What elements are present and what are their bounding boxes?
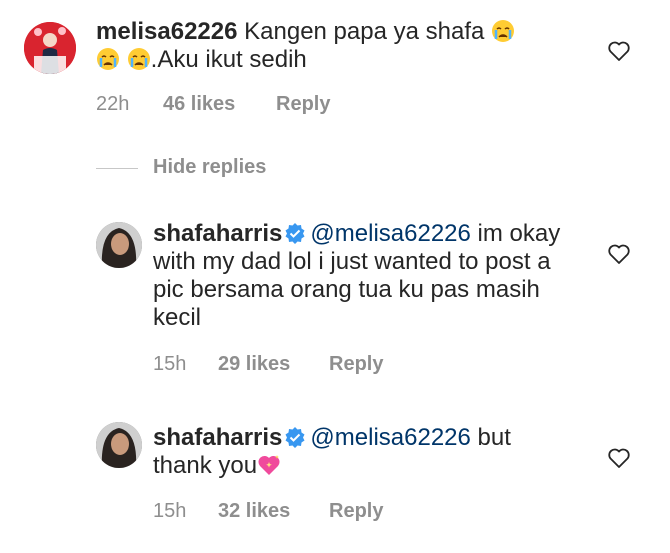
reply-button[interactable]: Reply <box>329 500 383 523</box>
reply-button[interactable]: Reply <box>276 93 330 116</box>
comment-body: Kangen papa ya shafa <box>244 18 485 45</box>
verified-badge-icon <box>284 222 306 244</box>
heart-outline-icon[interactable] <box>607 243 631 265</box>
heart-outline-icon[interactable] <box>607 40 631 62</box>
comment-username[interactable]: shafaharris <box>153 424 282 451</box>
mention-link[interactable]: @melisa62226 <box>310 424 470 451</box>
likes-count[interactable]: 46 likes <box>163 93 235 116</box>
crying-face-emoji <box>491 19 515 43</box>
comment-body: but <box>470 424 511 451</box>
reply-button[interactable]: Reply <box>329 353 383 376</box>
comment-username[interactable]: shafaharris <box>153 220 282 247</box>
comment-text: shafaharris @melisa62226 but thank you <box>153 424 583 480</box>
avatar[interactable] <box>24 22 76 74</box>
divider <box>96 168 138 169</box>
avatar[interactable] <box>96 222 142 268</box>
likes-count[interactable]: 29 likes <box>218 353 290 376</box>
comment-time: 15h <box>153 500 187 522</box>
avatar[interactable] <box>96 422 142 468</box>
comment-username[interactable]: melisa62226 <box>96 18 237 45</box>
comment-body: thank you <box>153 452 258 479</box>
heart-outline-icon[interactable] <box>607 447 631 469</box>
mention-link[interactable]: @melisa62226 <box>310 220 470 247</box>
comment-text: melisa62226 Kangen papa ya shafa .Aku ik… <box>96 18 536 74</box>
comment-text: shafaharris @melisa62226 im okay with my… <box>153 220 583 332</box>
crying-face-emoji <box>127 47 151 71</box>
comment-time: 22h <box>96 93 130 115</box>
crying-face-emoji <box>96 47 120 71</box>
comment-time: 15h <box>153 353 187 375</box>
hide-replies-button[interactable]: Hide replies <box>153 156 266 179</box>
verified-badge-icon <box>284 426 306 448</box>
sparkling-heart-emoji <box>257 453 281 477</box>
comment-body: .Aku ikut sedih <box>150 46 307 73</box>
likes-count[interactable]: 32 likes <box>218 500 290 523</box>
